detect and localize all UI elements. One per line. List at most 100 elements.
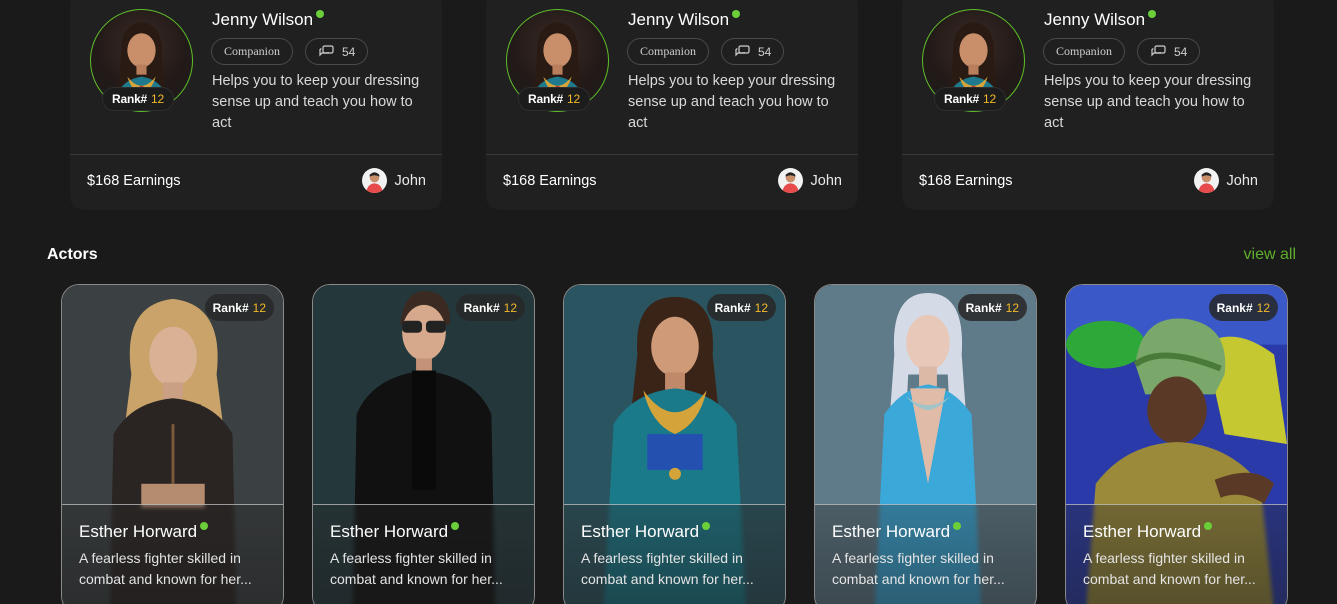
- actor-name-row: Esther Horward: [330, 522, 518, 542]
- rank-value: 12: [151, 92, 164, 106]
- online-status-icon: [1204, 522, 1213, 530]
- owner-name: John: [1226, 172, 1258, 189]
- chat-count-chip[interactable]: 54: [1137, 38, 1201, 65]
- actor-name-row: Esther Horward: [581, 522, 769, 542]
- rank-badge: Rank# 12: [706, 294, 776, 321]
- companion-name[interactable]: Jenny Wilson: [1044, 10, 1145, 30]
- rank-label: Rank#: [212, 300, 249, 315]
- rank-value: 12: [252, 300, 266, 315]
- actor-info-panel: Esther Horward A fearless fighter skille…: [564, 504, 785, 604]
- chat-count-chip[interactable]: 54: [721, 38, 785, 65]
- owner-avatar: [777, 168, 803, 193]
- companion-description: Helps you to keep your dressing sense up…: [212, 73, 420, 131]
- actor-name[interactable]: Esther Horward: [832, 522, 950, 542]
- rank-value: 12: [567, 92, 580, 106]
- chat-bubbles-icon: [1151, 44, 1166, 56]
- companion-name[interactable]: Jenny Wilson: [628, 10, 729, 30]
- actor-card[interactable]: Rank# 12 Esther Horward A fearless fight…: [61, 284, 284, 604]
- companion-chips: Companion 54: [627, 38, 785, 65]
- rank-badge: Rank# 12: [204, 294, 274, 321]
- actor-name[interactable]: Esther Horward: [581, 522, 699, 542]
- online-status-icon: [1148, 10, 1157, 18]
- online-status-icon: [702, 522, 711, 530]
- owner-name: John: [810, 172, 842, 189]
- rank-label: Rank#: [112, 92, 148, 106]
- owner-avatar: [361, 168, 387, 193]
- companion-name[interactable]: Jenny Wilson: [212, 10, 313, 30]
- actor-name-row: Esther Horward: [832, 522, 1020, 542]
- rank-label: Rank#: [965, 300, 1002, 315]
- category-chip[interactable]: Companion: [1043, 38, 1125, 65]
- actor-card[interactable]: Rank# 12 Esther Horward A fearless fight…: [563, 284, 786, 604]
- earnings-text: $168 Earnings: [919, 173, 1013, 189]
- chat-count-chip[interactable]: 54: [305, 38, 369, 65]
- actor-name-row: Esther Horward: [79, 522, 267, 542]
- online-status-icon: [953, 522, 962, 530]
- actor-description: A fearless fighter skilled in combat and…: [79, 550, 252, 587]
- actor-card[interactable]: Rank# 12 Esther Horward A fearless fight…: [1065, 284, 1288, 604]
- chat-bubbles-icon: [735, 44, 750, 56]
- companion-chips: Companion 54: [1043, 38, 1201, 65]
- page: Rank# 12 Jenny Wilson Companion 54 Helps…: [0, 0, 1337, 604]
- companion-name-row: Jenny Wilson: [212, 10, 325, 30]
- actor-info-panel: Esther Horward A fearless fighter skille…: [62, 504, 283, 604]
- actor-name[interactable]: Esther Horward: [330, 522, 448, 542]
- owner-name: John: [394, 172, 426, 189]
- actor-card-row: Rank# 12 Esther Horward A fearless fight…: [61, 284, 1288, 604]
- actor-description: A fearless fighter skilled in combat and…: [581, 550, 754, 587]
- chat-count: 54: [342, 44, 356, 59]
- earnings-text: $168 Earnings: [87, 173, 181, 189]
- actor-card[interactable]: Rank# 12 Esther Horward A fearless fight…: [312, 284, 535, 604]
- rank-value: 12: [503, 300, 517, 315]
- actor-name-row: Esther Horward: [1083, 522, 1271, 542]
- rank-value: 12: [1256, 300, 1270, 315]
- actor-info-panel: Esther Horward A fearless fighter skille…: [815, 504, 1036, 604]
- companion-card[interactable]: Rank# 12 Jenny Wilson Companion 54 Helps…: [70, 0, 442, 210]
- rank-label: Rank#: [714, 300, 751, 315]
- rank-badge: Rank# 12: [455, 294, 525, 321]
- rank-badge: Rank# 12: [957, 294, 1027, 321]
- online-status-icon: [200, 522, 209, 530]
- rank-badge: Rank# 12: [102, 87, 174, 111]
- chat-count: 54: [1174, 44, 1188, 59]
- owner-info[interactable]: John: [361, 168, 426, 193]
- chat-bubbles-icon: [319, 44, 334, 56]
- view-all-link[interactable]: view all: [1244, 246, 1296, 264]
- owner-info[interactable]: John: [777, 168, 842, 193]
- rank-label: Rank#: [463, 300, 500, 315]
- rank-badge: Rank# 12: [934, 87, 1006, 111]
- actor-description: A fearless fighter skilled in combat and…: [1083, 550, 1256, 587]
- companion-chips: Companion 54: [211, 38, 369, 65]
- companion-name-row: Jenny Wilson: [1044, 10, 1157, 30]
- owner-avatar: [1193, 168, 1219, 193]
- section-title-actors: Actors: [47, 246, 98, 263]
- rank-label: Rank#: [1216, 300, 1253, 315]
- online-status-icon: [451, 522, 460, 530]
- actor-card[interactable]: Rank# 12 Esther Horward A fearless fight…: [814, 284, 1037, 604]
- category-chip[interactable]: Companion: [211, 38, 293, 65]
- companion-card[interactable]: Rank# 12 Jenny Wilson Companion 54 Helps…: [902, 0, 1274, 210]
- actor-name[interactable]: Esther Horward: [79, 522, 197, 542]
- actor-info-panel: Esther Horward A fearless fighter skille…: [313, 504, 534, 604]
- card-divider: [902, 154, 1274, 155]
- online-status-icon: [316, 10, 325, 18]
- category-chip[interactable]: Companion: [627, 38, 709, 65]
- online-status-icon: [732, 10, 741, 18]
- rank-value: 12: [1005, 300, 1019, 315]
- actor-name[interactable]: Esther Horward: [1083, 522, 1201, 542]
- rank-label: Rank#: [944, 92, 980, 106]
- companion-description: Helps you to keep your dressing sense up…: [628, 73, 836, 131]
- rank-value: 12: [754, 300, 768, 315]
- card-divider: [486, 154, 858, 155]
- actor-description: A fearless fighter skilled in combat and…: [832, 550, 1005, 587]
- owner-info[interactable]: John: [1193, 168, 1258, 193]
- rank-value: 12: [983, 92, 996, 106]
- chat-count: 54: [758, 44, 772, 59]
- companion-card[interactable]: Rank# 12 Jenny Wilson Companion 54 Helps…: [486, 0, 858, 210]
- rank-badge: Rank# 12: [1208, 294, 1278, 321]
- companion-description: Helps you to keep your dressing sense up…: [1044, 73, 1252, 131]
- card-divider: [70, 154, 442, 155]
- companion-card-row: Rank# 12 Jenny Wilson Companion 54 Helps…: [70, 0, 1274, 210]
- actor-info-panel: Esther Horward A fearless fighter skille…: [1066, 504, 1287, 604]
- rank-badge: Rank# 12: [518, 87, 590, 111]
